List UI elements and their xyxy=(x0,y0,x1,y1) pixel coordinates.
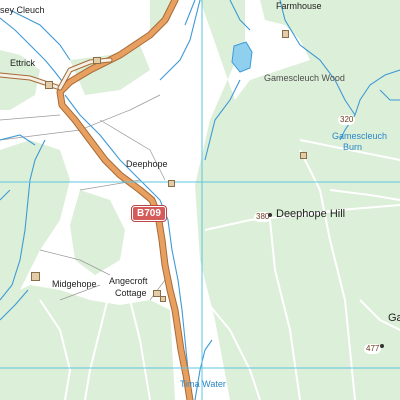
spot-height-477: 477 xyxy=(364,344,382,354)
place-label-sey-cleuch: sey Cleuch xyxy=(0,5,45,15)
place-label-deephope: Deephope xyxy=(126,159,168,169)
summit-dot-icon xyxy=(380,344,384,348)
place-label-ettrick: Ettrick xyxy=(10,58,36,68)
hill-label-deephope-hill: Deephope Hill xyxy=(276,208,346,220)
map-view[interactable]: Farmhouse sey Cleuch Ettrick Gamescleuch… xyxy=(0,0,400,400)
water-label-gamescleuch-burn-1: Gamescleuch xyxy=(332,131,388,141)
summit-dot-icon xyxy=(268,213,272,217)
place-label-farmhouse: Farmhouse xyxy=(276,1,322,11)
water-label-gamescleuch-burn-2: Burn xyxy=(343,142,363,152)
building-icon xyxy=(168,180,175,187)
place-label-partial: Ga xyxy=(388,312,400,324)
building-icon xyxy=(31,272,40,281)
building-icon xyxy=(160,296,166,302)
road-shield-b709: B709 xyxy=(132,206,166,221)
building-icon xyxy=(45,81,53,89)
building-icon xyxy=(300,152,307,159)
place-label-angecroft-1: Angecroft xyxy=(109,276,148,286)
spot-height-320: 320 xyxy=(338,115,356,125)
water-label-tima-water: Tima Water xyxy=(180,379,226,389)
map-canvas xyxy=(0,0,400,400)
place-label-angecroft-2: Cottage xyxy=(115,288,147,298)
wood-label-gamescleuch: Gamescleuch Wood xyxy=(264,73,345,83)
building-icon xyxy=(282,30,289,38)
building-icon xyxy=(93,57,101,64)
place-label-midgehope: Midgehope xyxy=(52,279,97,289)
